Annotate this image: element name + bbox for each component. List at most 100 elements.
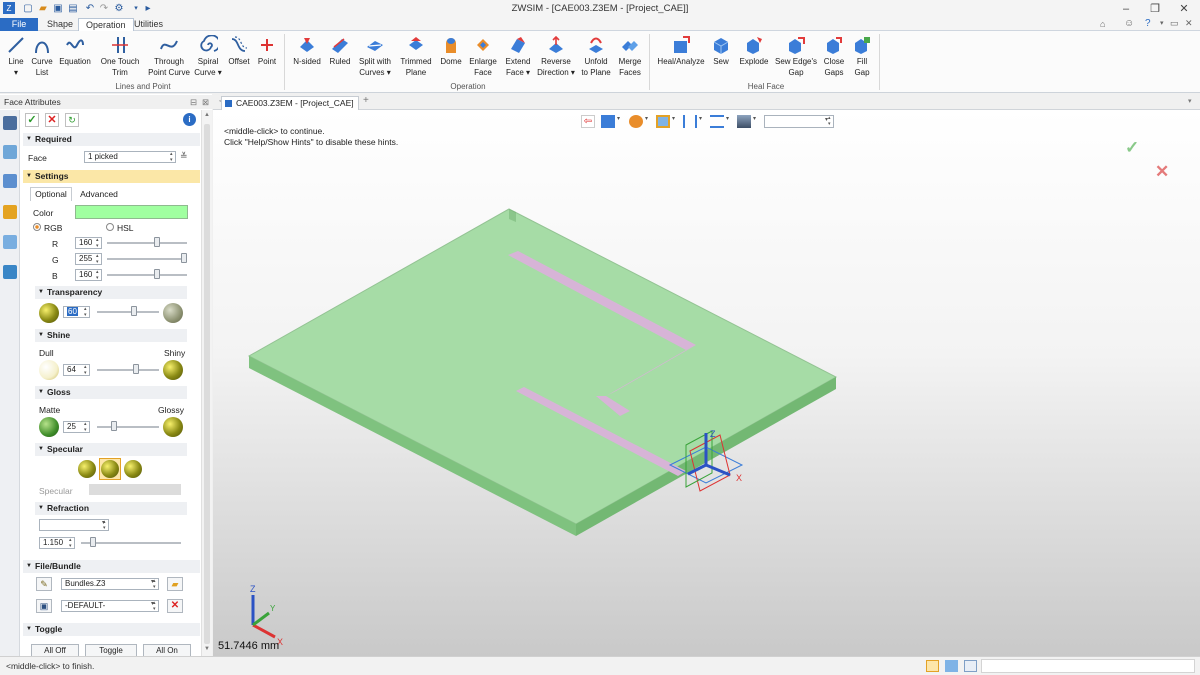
- section-shine[interactable]: Shine: [35, 329, 187, 342]
- equation-button[interactable]: Equation: [57, 33, 93, 67]
- section-required[interactable]: Required: [23, 133, 200, 146]
- section-toggle[interactable]: Toggle: [23, 623, 200, 636]
- bundle-dropdown[interactable]: Bundles.Z3: [61, 578, 159, 590]
- assembly-icon[interactable]: [3, 174, 17, 188]
- help-dropdown-icon[interactable]: ▾: [1160, 19, 1164, 27]
- close-gaps-button[interactable]: Close Gaps: [821, 33, 847, 78]
- default-dropdown[interactable]: -DEFAULT-: [61, 600, 159, 612]
- scroll-up-icon[interactable]: ▲: [204, 112, 210, 118]
- sew-button[interactable]: Sew: [709, 33, 733, 67]
- all-off-button[interactable]: All Off: [31, 644, 79, 656]
- manager-list-icon[interactable]: [3, 116, 17, 130]
- close-window-button[interactable]: ✕: [1174, 2, 1194, 16]
- gloss-matte-ball-icon[interactable]: [39, 417, 59, 437]
- sew-edges-gap-button[interactable]: Sew Edge's Gap: [774, 33, 818, 78]
- model-canvas[interactable]: Z X Z X Y: [213, 110, 1200, 656]
- fill-gap-button[interactable]: Fill Gap: [849, 33, 875, 78]
- plate-top-face[interactable]: [247, 208, 838, 525]
- trimmed-plane-button[interactable]: Trimmed Plane: [397, 33, 435, 78]
- refraction-slider[interactable]: [90, 537, 97, 547]
- style-icon[interactable]: ☺: [1124, 18, 1134, 29]
- document-tab[interactable]: CAE003.Z3EM - [Project_CAE]: [221, 96, 359, 110]
- window-layout-icon[interactable]: [964, 660, 977, 672]
- line-button[interactable]: Line ▾: [4, 33, 28, 78]
- section-settings[interactable]: Settings: [23, 170, 200, 183]
- face-picked-field[interactable]: 1 picked: [84, 151, 176, 163]
- layout-grid-icon[interactable]: [926, 660, 939, 672]
- transparency-min-ball-icon[interactable]: [39, 303, 59, 323]
- channel-b-input[interactable]: 160: [75, 269, 102, 281]
- pin-icon[interactable]: ⊟: [190, 95, 197, 109]
- view-manager-icon[interactable]: [3, 235, 17, 249]
- split-with-curves-button[interactable]: Split with Curves ▾: [356, 33, 394, 78]
- refraction-dropdown[interactable]: [39, 519, 109, 531]
- point-button[interactable]: Point: [256, 33, 278, 67]
- command-input[interactable]: [981, 659, 1195, 673]
- gloss-glossy-ball-icon[interactable]: [163, 417, 183, 437]
- merge-faces-button[interactable]: Merge Faces: [615, 33, 645, 78]
- reverse-direction-button[interactable]: Reverse Direction ▾: [536, 33, 576, 78]
- collapse-ribbon-icon[interactable]: ⌂: [1100, 19, 1105, 29]
- through-point-curve-button[interactable]: Through Point Curve: [146, 33, 192, 78]
- refraction-input[interactable]: 1.150: [39, 537, 75, 549]
- rgb-radio[interactable]: [33, 223, 41, 231]
- delete-icon[interactable]: ✕: [167, 599, 183, 613]
- specular-option-1-icon[interactable]: [78, 460, 96, 478]
- scrollbar-thumb[interactable]: [204, 124, 210, 644]
- tab-shape[interactable]: Shape: [40, 18, 80, 31]
- section-file-bundle[interactable]: File/Bundle: [23, 560, 200, 573]
- close-panel-icon[interactable]: ⊠: [202, 95, 209, 109]
- user-icon[interactable]: [3, 265, 17, 279]
- channel-b-slider[interactable]: [153, 269, 160, 279]
- tab-utilities[interactable]: Utilities: [127, 18, 170, 31]
- add-tab-icon[interactable]: +: [363, 95, 369, 106]
- graphics-viewport[interactable]: <middle-click> to continue. Click "Help/…: [213, 110, 1200, 656]
- section-gloss[interactable]: Gloss: [35, 386, 187, 399]
- channel-g-input[interactable]: 255: [75, 253, 102, 265]
- one-touch-trim-button[interactable]: One Touch Trim: [97, 33, 143, 78]
- scroll-down-icon[interactable]: ▼: [204, 646, 210, 652]
- shine-shiny-ball-icon[interactable]: [163, 360, 183, 380]
- extend-face-button[interactable]: Extend Face ▾: [502, 33, 534, 78]
- brush-icon[interactable]: ✎: [36, 577, 52, 591]
- history-tree-icon[interactable]: [3, 145, 17, 159]
- tab-advanced[interactable]: Advanced: [76, 188, 122, 201]
- enlarge-face-button[interactable]: Enlarge Face: [466, 33, 500, 78]
- screen-icon[interactable]: [945, 660, 958, 672]
- tab-list-icon[interactable]: ▾: [1188, 97, 1192, 105]
- bundle-dropdown-chevron-icon[interactable]: ▾: [151, 578, 154, 585]
- save-bundle-icon[interactable]: ▣: [36, 599, 52, 613]
- n-sided-button[interactable]: N-sided: [290, 33, 324, 67]
- explode-button[interactable]: Explode: [736, 33, 772, 67]
- tab-file[interactable]: File: [0, 18, 38, 31]
- transparency-input[interactable]: 60: [63, 306, 90, 318]
- maximize-button[interactable]: ❐: [1145, 2, 1165, 16]
- gloss-input[interactable]: 25: [63, 421, 90, 433]
- curve-list-button[interactable]: Curve List: [28, 33, 56, 78]
- channel-g-slider[interactable]: [181, 253, 187, 263]
- tab-operation[interactable]: Operation: [78, 18, 134, 31]
- toggle-button[interactable]: Toggle: [85, 644, 137, 656]
- specular-option-3-icon[interactable]: [124, 460, 142, 478]
- spiral-curve-button[interactable]: Spiral Curve ▾: [194, 33, 222, 78]
- pcb-plate[interactable]: [247, 208, 838, 536]
- panel-scrollbar[interactable]: ▲ ▼: [201, 110, 212, 656]
- close-doc-icon[interactable]: ✕: [1185, 18, 1193, 29]
- gloss-slider[interactable]: [111, 421, 117, 431]
- apply-icon[interactable]: ↻: [65, 113, 79, 127]
- all-on-button[interactable]: All On: [143, 644, 191, 656]
- ruled-button[interactable]: Ruled: [326, 33, 354, 67]
- section-transparency[interactable]: Transparency: [35, 286, 187, 299]
- restore-doc-icon[interactable]: ▭: [1170, 18, 1179, 29]
- info-icon[interactable]: i: [183, 113, 196, 126]
- transparency-slider[interactable]: [130, 306, 137, 316]
- ok-icon[interactable]: ✓: [25, 113, 39, 127]
- minimize-button[interactable]: –: [1116, 2, 1136, 16]
- unfold-to-plane-button[interactable]: Unfold to Plane: [578, 33, 614, 78]
- default-dropdown-chevron-icon[interactable]: ▾: [151, 600, 154, 607]
- shine-input[interactable]: 64: [63, 364, 90, 376]
- shine-dull-ball-icon[interactable]: [39, 360, 59, 380]
- dome-button[interactable]: Dome: [437, 33, 465, 67]
- hsl-radio[interactable]: [106, 223, 114, 231]
- help-icon[interactable]: ?: [1145, 18, 1151, 29]
